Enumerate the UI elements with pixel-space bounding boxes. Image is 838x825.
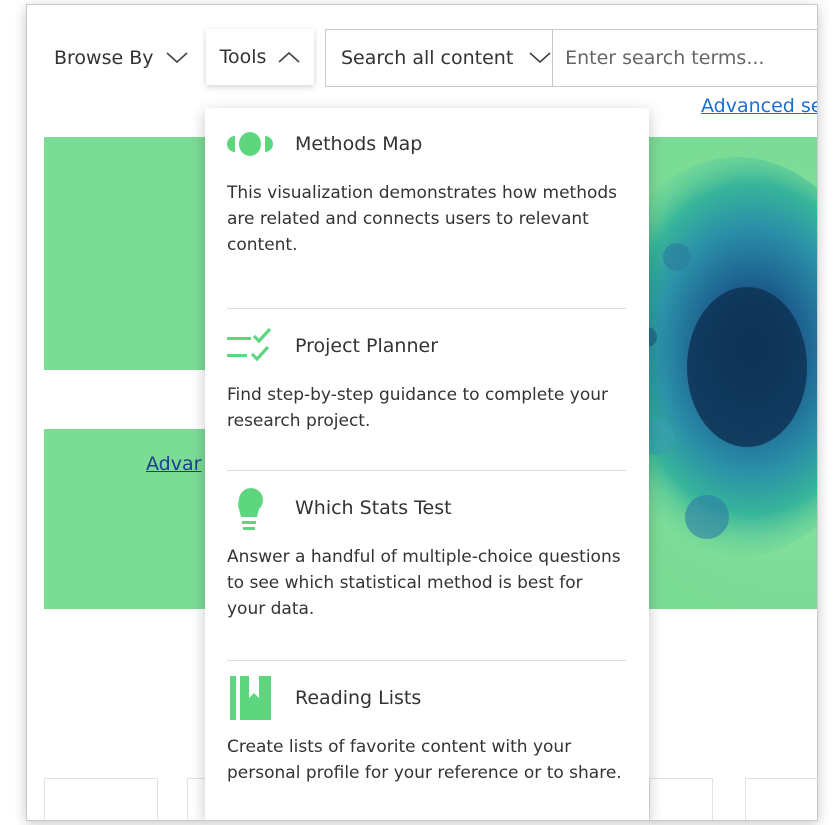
bookmark-book-icon	[227, 676, 273, 720]
lightbulb-icon	[227, 486, 273, 530]
tool-item-which-stats-test[interactable]: Which Stats Test Answer a handful of mul…	[227, 480, 626, 661]
dropdown-pointer	[251, 97, 273, 108]
chevron-down-icon	[165, 47, 188, 69]
browse-by-label: Browse By	[54, 47, 154, 69]
search-bar: Search all content	[325, 29, 817, 87]
tools-dropdown: Methods Map This visualization demonstra…	[205, 108, 649, 820]
browse-by-menu[interactable]: Browse By	[54, 43, 188, 73]
tools-label: Tools	[219, 46, 267, 68]
content-card[interactable]	[44, 778, 158, 820]
search-input[interactable]	[553, 29, 817, 87]
tool-title: Reading Lists	[295, 687, 422, 709]
tool-title: Methods Map	[295, 133, 423, 155]
tool-description: Find step-by-step guidance to complete y…	[227, 385, 608, 431]
content-card[interactable]	[649, 778, 713, 820]
tool-title: Which Stats Test	[295, 497, 452, 519]
content-card[interactable]	[745, 778, 817, 820]
tool-description: Create lists of favorite content with yo…	[227, 737, 622, 783]
page-frame: Browse By Tools Search all content Advan…	[26, 4, 818, 821]
tool-description: This visualization demonstrates how meth…	[227, 183, 618, 255]
checklist-icon	[227, 324, 273, 368]
methods-map-icon	[227, 122, 273, 166]
tool-item-methods-map[interactable]: Methods Map This visualization demonstra…	[227, 116, 626, 309]
tools-menu-button[interactable]: Tools	[206, 29, 314, 85]
chevron-up-icon	[278, 46, 300, 68]
chevron-down-icon	[529, 47, 551, 69]
top-navbar: Browse By Tools Search all content Advan…	[27, 5, 817, 117]
advanced-search-link-lower[interactable]: Advar	[146, 453, 201, 475]
search-scope-select[interactable]: Search all content	[326, 30, 554, 86]
tool-item-reading-lists[interactable]: Reading Lists Create lists of favorite c…	[227, 670, 626, 820]
tool-item-project-planner[interactable]: Project Planner Find step-by-step guidan…	[227, 318, 626, 471]
tool-title: Project Planner	[295, 335, 439, 357]
search-scope-value: Search all content	[341, 47, 514, 69]
tool-description: Answer a handful of multiple-choice ques…	[227, 547, 621, 619]
advanced-search-link[interactable]: Advanced se	[701, 95, 817, 117]
